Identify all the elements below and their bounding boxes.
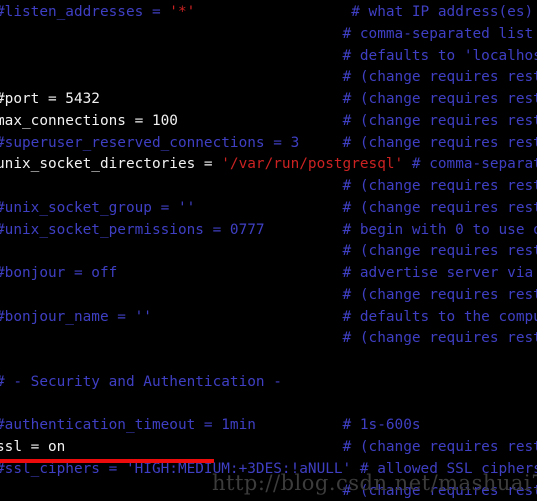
code-line[interactable]: #port = 5432 # (change requires restart) (0, 89, 537, 111)
code-segment-cmt: # (change requires restart) (0, 243, 537, 260)
watermark-url: http://blog.csdn.net/mashuai720 (212, 471, 537, 495)
code-line[interactable]: ssl = on # (change requires restart) (0, 437, 537, 459)
code-segment-plain: ssl = on (0, 439, 343, 455)
code-segment-cmt: #listen_addresses = (0, 4, 170, 20)
code-line[interactable]: # (change requires restart) (0, 176, 537, 198)
code-line[interactable] (0, 350, 537, 372)
code-line[interactable]: # - Security and Authentication - (0, 372, 537, 394)
code-line[interactable]: #bonjour = off # advertise server via Bo… (0, 263, 537, 285)
code-line[interactable]: #unix_socket_group = '' # (change requir… (0, 198, 537, 220)
code-segment-cmt: # (change requires restart) (342, 112, 537, 129)
code-segment-cmt: #unix_socket_group = '' # (change requir… (0, 199, 537, 216)
code-segment-cmt: # what IP address(es) to listen on; (351, 4, 534, 20)
code-segment-cmt: # comma-separated list of directories (411, 156, 537, 173)
code-line[interactable]: # comma-separated list of addresses; (0, 24, 537, 46)
code-segment-cmt: # (change requires restart) (0, 69, 537, 86)
code-line[interactable] (0, 394, 537, 416)
code-line[interactable]: # (change requires restart) (0, 285, 537, 307)
code-line[interactable]: # defaults to 'localhost'; use '*' for a… (0, 46, 537, 68)
red-underline-annotation (0, 459, 214, 463)
code-segment-cmt: #superuser_reserved_connections = 3 # (c… (0, 134, 537, 151)
code-segment-cmt: # comma-separated list of addresses; (342, 25, 534, 42)
code-line[interactable]: unix_socket_directories = '/var/run/post… (0, 154, 537, 176)
code-line[interactable]: #bonjour_name = '' # defaults to the com… (0, 307, 537, 329)
code-segment-str: '/var/run/postgresql' (221, 156, 404, 173)
code-line[interactable]: #listen_addresses = '*' # what IP addres… (0, 2, 537, 24)
code-line[interactable]: max_connections = 100 # (change requires… (0, 111, 537, 133)
code-segment-cmt: #bonjour_name = '' # defaults to the com… (0, 308, 537, 325)
code-segment-cmt: #unix_socket_permissions = 0777 # begin … (0, 221, 537, 238)
code-segment-cmt: #authentication_timeout = 1min # 1s-600s (0, 417, 421, 434)
code-line[interactable]: # (change requires restart) (0, 241, 537, 263)
code-segment-cmt: # (change requires restart) (342, 91, 537, 107)
code-line[interactable]: #unix_socket_permissions = 0777 # begin … (0, 220, 537, 242)
code-text-area[interactable]: #listen_addresses = '*' # what IP addres… (0, 2, 537, 501)
code-segment-cmt: # (change requires restart) (342, 439, 537, 455)
code-segment-cmt: #bonjour = off # advertise server via Bo… (0, 265, 534, 281)
code-segment-plain: max_connections = 100 (0, 112, 343, 129)
code-line[interactable]: #authentication_timeout = 1min # 1s-600s (0, 415, 537, 437)
code-line[interactable]: #superuser_reserved_connections = 3 # (c… (0, 133, 537, 155)
code-segment-cmt: # defaults to 'localhost'; use '*' for a… (342, 47, 537, 64)
code-segment-plain: unix_socket_directories = (0, 156, 222, 173)
code-segment-cmt: # (change requires restart) (0, 330, 537, 347)
editor-screen: #listen_addresses = '*' # what IP addres… (0, 0, 537, 501)
code-segment-cmt: # - Security and Authentication - (0, 373, 282, 390)
code-segment-cmt: # (change requires restart) (0, 286, 537, 303)
code-segment-cmt: # (change requires restart) (0, 178, 537, 194)
code-segment-plain: #port = 5432 (0, 91, 343, 107)
code-line[interactable]: # (change requires restart) (0, 67, 537, 89)
code-segment-str: '*' (169, 4, 196, 20)
code-line[interactable]: # (change requires restart) (0, 328, 537, 350)
